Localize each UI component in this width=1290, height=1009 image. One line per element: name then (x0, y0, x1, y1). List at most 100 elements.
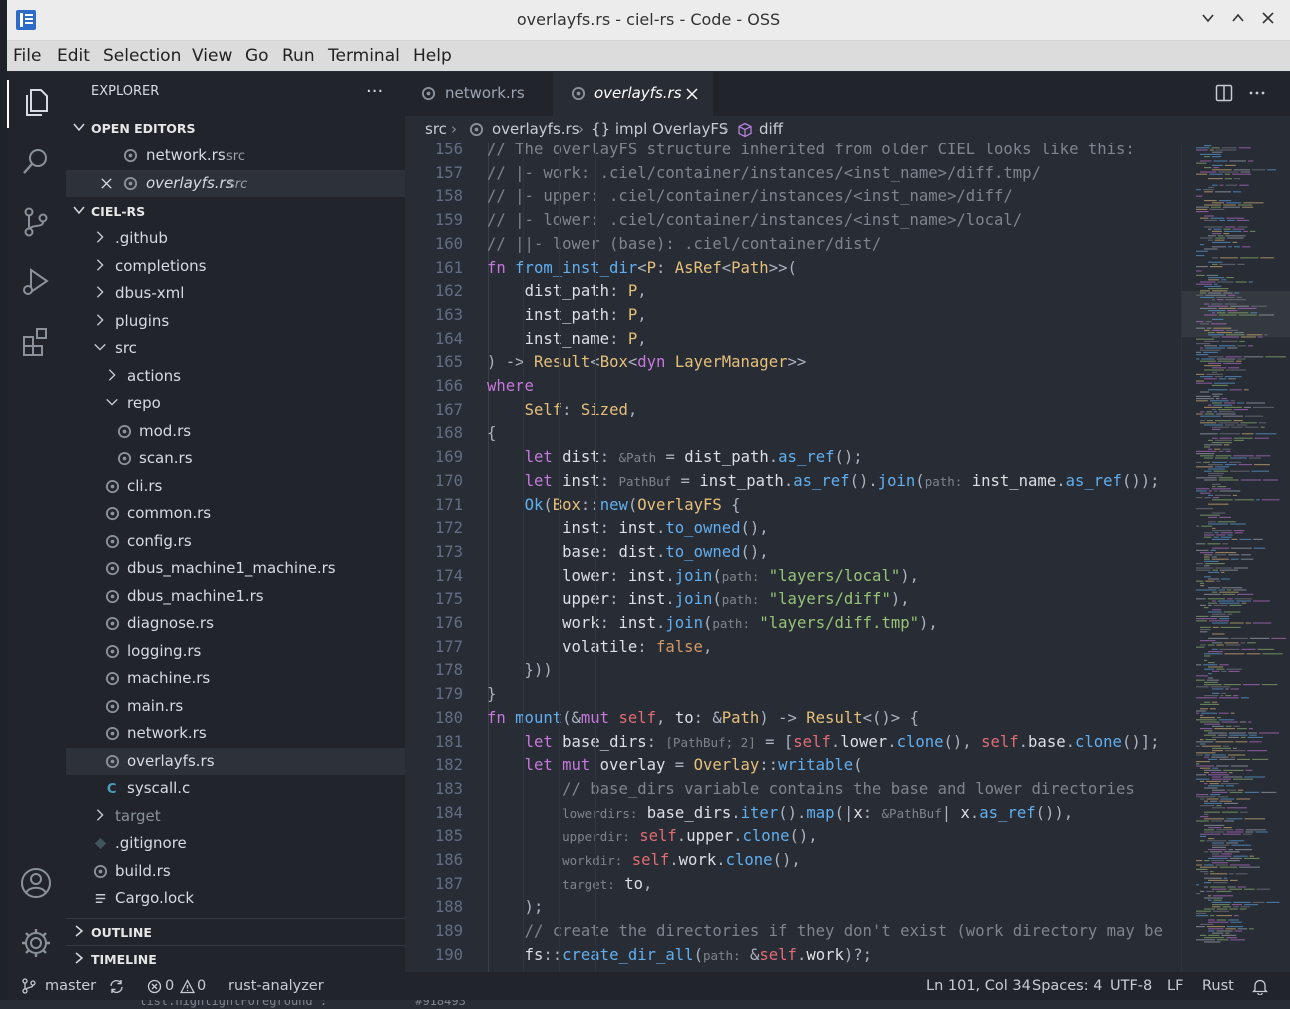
menu-file[interactable]: File (13, 46, 41, 66)
minimap-line (1221, 670, 1227, 672)
menu-edit[interactable]: Edit (57, 46, 90, 66)
minimap-line (1212, 862, 1228, 864)
maximize-button[interactable] (1226, 8, 1250, 32)
chevron-down-icon (73, 123, 85, 132)
more-actions-icon[interactable] (1248, 84, 1266, 102)
minimap-line (1254, 464, 1270, 466)
open-editor-item[interactable]: network.rs src (66, 142, 405, 169)
timeline-section[interactable]: TIMELINE (66, 945, 405, 973)
tree-item[interactable]: logging.rs (66, 638, 405, 665)
open-editors-section[interactable]: OPEN EDITORS (66, 115, 405, 142)
minimap-line (1208, 332, 1215, 334)
tree-item[interactable]: config.rs (66, 528, 405, 555)
code-editor[interactable]: 156 // The overlayFS structure inherited … (405, 143, 1181, 972)
extensions-icon[interactable] (18, 324, 54, 360)
breadcrumb-impl[interactable]: {} impl OverlayFS (591, 120, 728, 138)
account-icon[interactable] (18, 865, 54, 901)
minimap[interactable] (1181, 143, 1290, 972)
line-ending[interactable]: LF (1167, 978, 1183, 994)
breadcrumb-fn[interactable]: diff (759, 120, 783, 138)
language-mode[interactable]: Rust (1202, 978, 1234, 994)
outline-section[interactable]: OUTLINE (66, 918, 405, 946)
warning-icon[interactable] (180, 979, 195, 994)
menu-go[interactable]: Go (245, 46, 269, 66)
tree-item[interactable]: target (66, 803, 405, 830)
tree-item[interactable]: dbus_machine1_machine.rs (66, 555, 405, 582)
tree-item[interactable]: plugins (66, 308, 405, 335)
tree-item[interactable]: machine.rs (66, 665, 405, 692)
vscode-window: overlayfs.rs - ciel-rs - Code - OSS File… (7, 0, 1290, 1000)
tree-item[interactable]: network.rs (66, 720, 405, 747)
minimap-line (1215, 741, 1234, 743)
minimap-line (1212, 486, 1216, 488)
minimap-line (1218, 697, 1239, 699)
tree-item[interactable]: scan.rs (66, 445, 405, 472)
indentation[interactable]: Spaces: 4 (1032, 978, 1102, 994)
minimap-line (1210, 886, 1226, 888)
tree-item[interactable]: Cargo.lock (66, 885, 405, 912)
minimap-line (1196, 508, 1213, 510)
split-editor-icon[interactable] (1215, 84, 1233, 102)
encoding[interactable]: UTF-8 (1110, 978, 1152, 994)
tree-item[interactable]: dbus_machine1.rs (66, 583, 405, 610)
cursor-position[interactable]: Ln 101, Col 34 (926, 978, 1031, 994)
tree-item[interactable]: actions (66, 363, 405, 390)
open-editor-item-active[interactable]: overlayfs.rs src (66, 170, 405, 197)
tree-item[interactable]: common.rs (66, 500, 405, 527)
breadcrumb-file[interactable]: overlayfs.rs (492, 120, 580, 138)
tree-item[interactable]: mod.rs (66, 418, 405, 445)
minimap-line (1200, 290, 1210, 292)
source-control-icon[interactable] (18, 204, 54, 240)
menu-view[interactable]: View (192, 46, 232, 66)
run-debug-icon[interactable] (18, 264, 54, 300)
language-server-status[interactable]: rust-analyzer (228, 978, 324, 994)
minimap-line (1200, 714, 1204, 716)
menu-terminal[interactable]: Terminal (328, 46, 400, 66)
sync-icon[interactable] (108, 978, 125, 995)
tree-item[interactable]: diagnose.rs (66, 610, 405, 637)
tree-item[interactable]: build.rs (66, 858, 405, 885)
minimap-line (1232, 173, 1252, 175)
tab-overlayfs-rs[interactable]: overlayfs.rs (553, 72, 713, 116)
settings-gear-icon[interactable] (18, 925, 54, 961)
background-window-peek: "list.highlightForeground": "#918493" (0, 1000, 1290, 1009)
tree-item[interactable]: overlayfs.rs (66, 747, 405, 775)
warning-count[interactable]: 0 (197, 978, 206, 994)
branch-name[interactable]: master (45, 978, 96, 994)
tree-item[interactable]: .gitignore (66, 830, 405, 857)
minimap-line (1229, 160, 1246, 162)
tree-item[interactable]: main.rs (66, 693, 405, 720)
menu-run[interactable]: Run (282, 46, 315, 66)
tree-item[interactable]: completions (66, 253, 405, 280)
minimap-line (1223, 402, 1236, 404)
tree-item[interactable]: repo (66, 390, 405, 417)
close-window-button[interactable] (1256, 8, 1280, 32)
tree-item[interactable]: Csyscall.c (66, 775, 405, 802)
tab-network-rs[interactable]: network.rs (405, 72, 554, 116)
menu-selection[interactable]: Selection (103, 46, 181, 66)
close-icon[interactable] (99, 176, 114, 191)
editor-tabs: network.rs overlayfs.rs (405, 72, 1290, 116)
minimap-line (1219, 569, 1238, 571)
files-icon[interactable] (18, 84, 54, 120)
minimap-line (1200, 708, 1208, 710)
notifications-bell-icon[interactable] (1252, 978, 1268, 995)
breadcrumb-src[interactable]: src (425, 120, 447, 138)
minimize-button[interactable] (1196, 8, 1220, 32)
tree-item[interactable]: src (66, 335, 405, 362)
git-branch-icon (22, 978, 36, 994)
minimap-line (1196, 675, 1208, 677)
more-actions-icon[interactable]: ··· (366, 81, 383, 102)
error-count[interactable]: 0 (165, 978, 174, 994)
tree-item[interactable]: cli.rs (66, 473, 405, 500)
menu-help[interactable]: Help (413, 46, 452, 66)
tree-item-label: mod.rs (139, 421, 192, 440)
project-section[interactable]: CIEL-RS (66, 198, 405, 225)
close-icon[interactable] (686, 88, 698, 100)
minimap-line (1214, 532, 1219, 534)
tree-item[interactable]: .github (66, 225, 405, 252)
error-icon[interactable] (147, 979, 162, 994)
tree-item[interactable]: dbus-xml (66, 280, 405, 307)
search-icon[interactable] (18, 144, 54, 180)
line-number: 165 (434, 353, 463, 372)
